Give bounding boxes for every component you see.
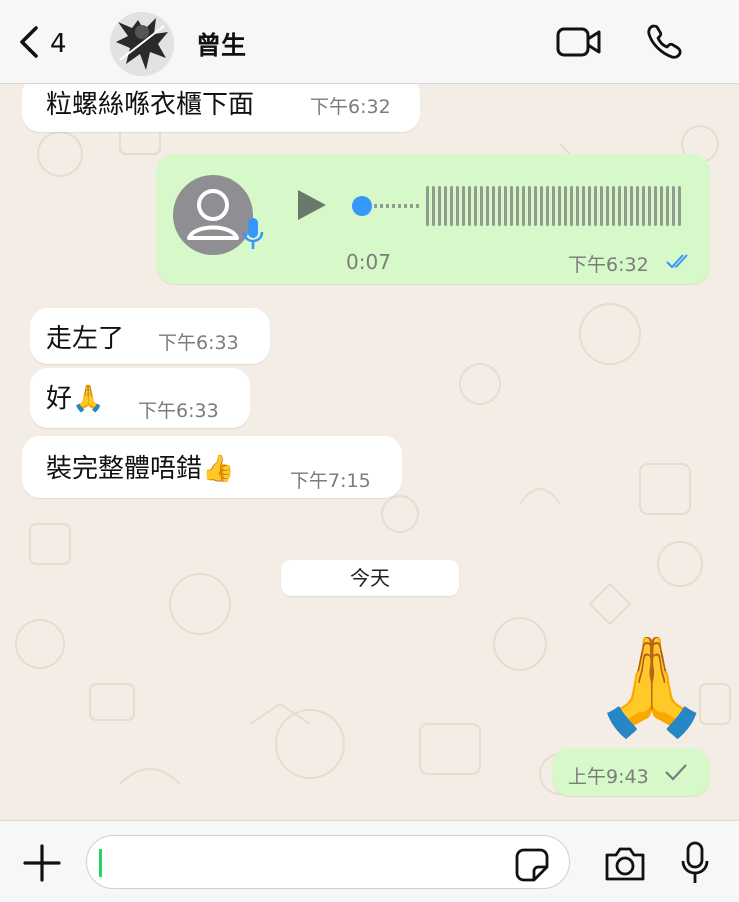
waveform-bar xyxy=(582,186,585,226)
waveform-bar xyxy=(492,186,495,226)
waveform-bar xyxy=(552,186,555,226)
chat-area[interactable]: 粒螺絲喺衣櫃下面 下午6:32 0:07 下午6:32 走左了 下午6:33 好… xyxy=(0,84,739,820)
waveform-bar xyxy=(516,186,519,226)
voice-waveform xyxy=(374,186,681,226)
contact-name[interactable]: 曾生 xyxy=(196,26,246,62)
message-bubble-incoming[interactable]: 粒螺絲喺衣櫃下面 下午6:32 xyxy=(22,84,420,132)
back-button[interactable]: 4 xyxy=(18,22,67,66)
waveform-bar xyxy=(576,186,579,226)
waveform-bar xyxy=(474,186,477,226)
waveform-bar xyxy=(648,186,651,226)
waveform-bar xyxy=(528,186,531,226)
phone-icon[interactable] xyxy=(644,22,684,62)
waveform-bar xyxy=(438,186,441,226)
waveform-bar xyxy=(432,186,435,226)
voice-message-bubble[interactable]: 0:07 下午6:32 xyxy=(156,154,710,284)
waveform-bar xyxy=(504,186,507,226)
waveform-bar xyxy=(510,186,513,226)
voice-progress-dot[interactable] xyxy=(352,196,372,216)
waveform-bar xyxy=(462,186,465,226)
composer-bar xyxy=(0,820,739,902)
waveform-bar xyxy=(660,186,663,226)
message-bubble-incoming[interactable]: 裝完整體唔錯👍 下午7:15 xyxy=(22,436,402,498)
message-bubble-incoming[interactable]: 好🙏 下午6:33 xyxy=(30,368,250,428)
waveform-bar xyxy=(624,186,627,226)
waveform-bar xyxy=(522,186,525,226)
waveform-bar xyxy=(600,186,603,226)
emoji-message[interactable]: 🙏 xyxy=(592,626,712,746)
waveform-bar xyxy=(588,186,591,226)
camera-icon[interactable] xyxy=(603,845,647,883)
waveform-bar xyxy=(564,186,567,226)
read-ticks-icon xyxy=(666,252,694,270)
waveform-bar xyxy=(672,186,675,226)
message-time: 下午7:15 xyxy=(290,470,371,492)
message-input[interactable] xyxy=(86,835,570,889)
waveform-bar xyxy=(444,186,447,226)
waveform-bar xyxy=(498,186,501,226)
message-time: 下午6:32 xyxy=(568,254,649,276)
waveform-bar xyxy=(558,186,561,226)
waveform-bar xyxy=(678,186,681,226)
chat-header: 4 曾生 xyxy=(0,0,739,84)
waveform-bar xyxy=(456,186,459,226)
plus-icon[interactable] xyxy=(22,843,62,883)
message-time: 下午6:33 xyxy=(138,400,219,422)
message-text: 好🙏 xyxy=(46,384,105,414)
message-text: 粒螺絲喺衣櫃下面 xyxy=(46,90,255,120)
microphone-badge-icon xyxy=(242,216,264,252)
waveform-bar xyxy=(534,186,537,226)
waveform-bar xyxy=(426,186,429,226)
microphone-icon[interactable] xyxy=(680,841,710,885)
waveform-bar xyxy=(450,186,453,226)
video-call-icon[interactable] xyxy=(555,24,603,60)
message-bubble-incoming[interactable]: 走左了 下午6:33 xyxy=(30,308,270,364)
message-time: 下午6:32 xyxy=(310,96,391,118)
waveform-bar xyxy=(654,186,657,226)
message-time: 上午9:43 xyxy=(568,766,649,788)
chevron-left-icon xyxy=(18,25,40,63)
waveform-bar xyxy=(666,186,669,226)
waveform-bar xyxy=(636,186,639,226)
waveform-bar xyxy=(594,186,597,226)
waveform-bar xyxy=(540,186,543,226)
date-divider: 今天 xyxy=(281,560,459,596)
message-text: 裝完整體唔錯👍 xyxy=(46,454,235,484)
emoji-message-meta: 上午9:43 xyxy=(552,748,710,796)
contact-avatar[interactable] xyxy=(110,12,174,76)
sent-tick-icon xyxy=(664,762,688,782)
waveform-bar xyxy=(612,186,615,226)
waveform-bar xyxy=(630,186,633,226)
voice-duration: 0:07 xyxy=(346,250,391,274)
message-text: 走左了 xyxy=(46,324,125,354)
unread-count: 4 xyxy=(50,29,67,59)
waveform-bar xyxy=(546,186,549,226)
waveform-bar xyxy=(468,186,471,226)
message-time: 下午6:33 xyxy=(158,332,239,354)
waveform-bar xyxy=(486,186,489,226)
waveform-bar xyxy=(570,186,573,226)
sticker-icon[interactable] xyxy=(514,847,550,883)
waveform-bar xyxy=(618,186,621,226)
waveform-bar xyxy=(480,186,483,226)
waveform-bar xyxy=(642,186,645,226)
waveform-bar xyxy=(606,186,609,226)
play-icon[interactable] xyxy=(296,188,328,222)
text-caret xyxy=(99,849,102,877)
